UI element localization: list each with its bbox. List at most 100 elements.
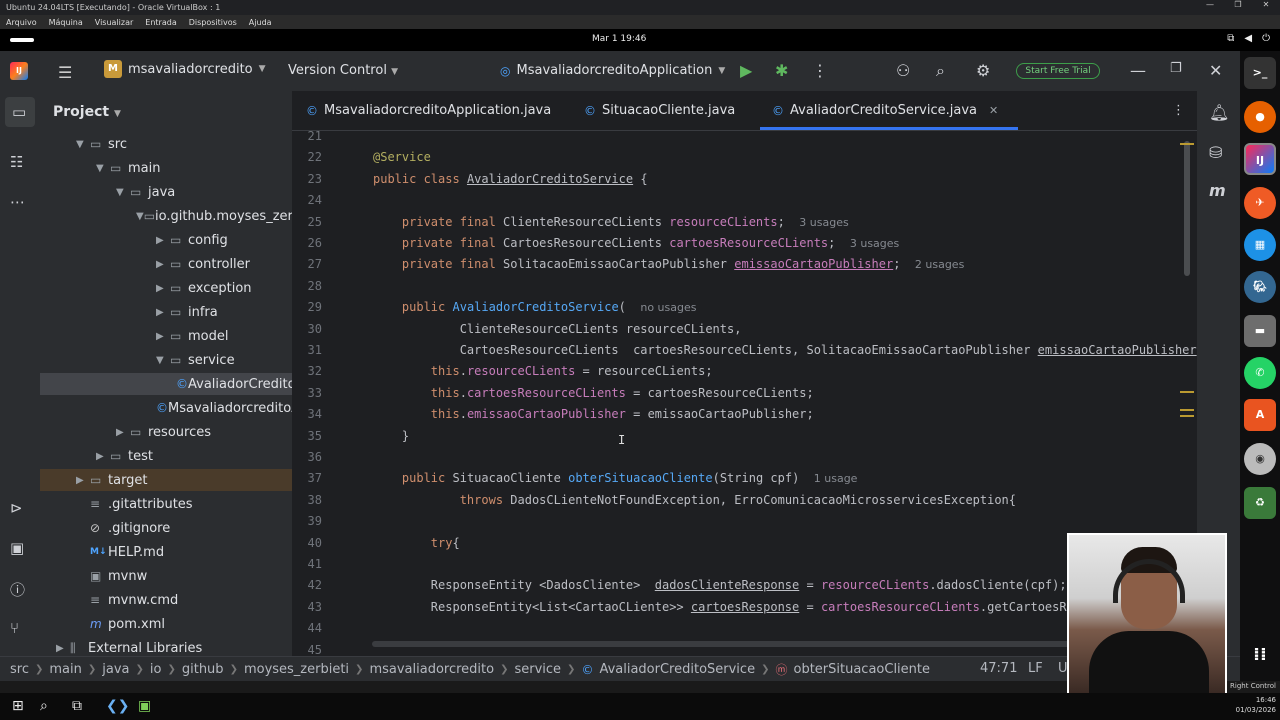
code-line[interactable]: this.resourceCLients = resourceCLients; <box>373 364 713 378</box>
problems-icon[interactable]: ⓘ <box>10 579 25 600</box>
caret-position[interactable]: 47:71 <box>980 661 1017 676</box>
menu-arquivo[interactable]: Arquivo <box>6 18 37 27</box>
restore-icon[interactable]: ❐ <box>1170 61 1182 76</box>
warning-marker[interactable] <box>1180 143 1194 145</box>
breadcrumb-item[interactable]: java <box>102 662 129 677</box>
project-tool-folder-icon[interactable]: ▭ <box>5 97 35 127</box>
breadcrumb-item[interactable]: github <box>182 662 224 677</box>
code-line[interactable]: public SituacaoCliente obterSituacaoClie… <box>373 471 858 485</box>
expand-right-icon[interactable]: ▶ <box>156 283 170 294</box>
activities-indicator[interactable] <box>10 38 34 42</box>
menu-dispositivos[interactable]: Dispositivos <box>189 18 237 27</box>
files-icon[interactable]: ▬ <box>1244 315 1276 347</box>
expand-right-icon[interactable]: ▶ <box>76 475 90 486</box>
tab-menu-icon[interactable]: ⋮ <box>1172 103 1185 118</box>
main-menu-icon[interactable]: ☰ <box>58 63 74 82</box>
tree-item[interactable]: ⊘ .gitignore <box>40 517 292 539</box>
expand-down-icon[interactable]: ▼ <box>136 211 144 222</box>
docker-icon[interactable]: ▦ <box>1244 229 1276 261</box>
expand-right-icon[interactable]: ▶ <box>56 643 70 654</box>
project-panel-title[interactable]: Project ▼ <box>53 104 121 120</box>
pgadmin-elephant-icon[interactable]: 🐘︎ <box>1244 271 1276 303</box>
terminal-icon[interactable]: ▣ <box>10 539 24 557</box>
tree-item[interactable]: ©AvaliadorCreditoService <box>40 373 292 395</box>
start-free-trial-button[interactable]: Start Free Trial <box>1016 63 1100 79</box>
tree-item[interactable]: ▶ ▭ resources <box>40 421 292 443</box>
tab-situacaocliente[interactable]: © SituacaoCliente.java <box>584 103 735 118</box>
code-line[interactable]: @Service <box>373 150 431 164</box>
tree-item[interactable]: ▶ ▭ test <box>40 445 292 467</box>
breadcrumb-item[interactable]: src <box>10 662 29 677</box>
disc-icon[interactable]: ◉ <box>1244 443 1276 475</box>
code-line[interactable]: private final SolitacaoEmissaoCartaoPubl… <box>373 257 964 271</box>
tree-item[interactable]: ▶ ▭ infra <box>40 301 292 323</box>
tree-item[interactable]: m pom.xml <box>40 613 292 635</box>
line-separator[interactable]: LF <box>1028 661 1043 676</box>
tree-item[interactable]: M↓ HELP.md <box>40 541 292 563</box>
expand-right-icon[interactable]: ▶ <box>156 331 170 342</box>
close-tab-icon[interactable]: ✕ <box>989 104 998 117</box>
notifications-bell-icon[interactable]: 🔔︎ <box>1209 103 1229 122</box>
code-editor[interactable]: 21 22 @Service 23 public class AvaliadorCred… <box>292 131 1197 656</box>
code-line[interactable]: private final ClienteResourceCLients res… <box>373 215 849 229</box>
tree-item[interactable]: ▼▭io.github.moyses_zerbieti.msavaliadorc… <box>40 205 292 227</box>
postman-icon[interactable]: ✈ <box>1244 187 1276 219</box>
tree-item[interactable]: ▼ ▭ service <box>40 349 292 371</box>
breadcrumb-item[interactable]: main <box>49 662 81 677</box>
intellij-app-icon[interactable]: IJ <box>1244 143 1276 175</box>
settings-gear-icon[interactable]: ⚙ <box>976 61 990 80</box>
project-selector[interactable]: M msavaliadorcredito ▼ <box>104 60 266 78</box>
tab-avaliadorcreditoservice[interactable]: © AvaliadorCreditoService.java ✕ <box>759 103 1019 130</box>
app-center-icon[interactable]: A <box>1244 399 1276 431</box>
expand-right-icon[interactable]: ▶ <box>156 259 170 270</box>
close-button[interactable]: ✕ <box>1252 0 1280 9</box>
add-user-icon[interactable]: ⚇ <box>896 61 910 80</box>
windows-start-icon[interactable]: ⊞ <box>12 698 24 714</box>
menu-entrada[interactable]: Entrada <box>145 18 176 27</box>
tree-item[interactable]: ▶ ⫼ External Libraries <box>40 637 292 656</box>
close-icon[interactable]: ✕ <box>1209 61 1222 80</box>
menu-ajuda[interactable]: Ajuda <box>249 18 272 27</box>
code-line[interactable]: ResponseEntity <DadosCliente> dadosClien… <box>373 578 1067 592</box>
menu-maquina[interactable]: Máquina <box>49 18 83 27</box>
editor-vertical-scrollbar[interactable] <box>1184 141 1190 276</box>
expand-down-icon[interactable]: ▼ <box>156 355 170 366</box>
debug-icon[interactable]: ✱ <box>775 61 788 80</box>
search-icon[interactable]: ⌕ <box>40 698 48 714</box>
gnome-clock[interactable]: Mar 1 19:46 <box>592 34 646 44</box>
system-tray[interactable]: ⧉ ◀ ⏻ <box>1227 33 1270 44</box>
tab-msavaliadorcreditoapplication[interactable]: © MsavaliadorcreditoApplication.java <box>306 103 551 118</box>
code-line[interactable]: ResponseEntity<List<CartaoCLiente>> cart… <box>373 600 1161 614</box>
breadcrumb-item[interactable]: service <box>514 662 561 677</box>
expand-down-icon[interactable]: ▼ <box>96 163 110 174</box>
terminal-app-icon[interactable]: >_ <box>1244 57 1276 89</box>
warning-marker[interactable] <box>1180 415 1194 417</box>
breadcrumb-item[interactable]: io <box>150 662 162 677</box>
more-actions-icon[interactable]: ⋮ <box>812 61 828 80</box>
vscode-icon[interactable]: ❮❯ <box>106 698 129 714</box>
database-icon[interactable]: ⛁ <box>1209 143 1222 162</box>
warning-marker[interactable] <box>1180 391 1194 393</box>
expand-right-icon[interactable]: ▶ <box>96 451 110 462</box>
structure-icon[interactable]: ☷ <box>10 153 23 171</box>
code-line[interactable]: private final CartoesResourceCLients car… <box>373 236 899 250</box>
warning-marker[interactable] <box>1180 409 1194 411</box>
breadcrumb-item[interactable]: obterSituacaoCliente <box>793 662 930 677</box>
code-line[interactable]: CartoesResourceCLients cartoesResourceCL… <box>373 343 1197 357</box>
expand-down-icon[interactable]: ▼ <box>76 139 90 150</box>
tree-item[interactable]: ▣ mvnw <box>40 565 292 587</box>
tree-item[interactable]: ▶ ▭ config <box>40 229 292 251</box>
tree-item[interactable]: ▼ ▭ main <box>40 157 292 179</box>
breadcrumb-item[interactable]: AvaliadorCreditoService <box>599 662 755 677</box>
run-configuration-selector[interactable]: ◎ MsavaliadorcreditoApplication ▼ <box>500 63 725 78</box>
tree-item[interactable]: ©MsavaliadorcreditoApplication <box>40 397 292 419</box>
tree-item[interactable]: ▶ ▭ model <box>40 325 292 347</box>
expand-right-icon[interactable]: ▶ <box>156 235 170 246</box>
expand-right-icon[interactable]: ▶ <box>156 307 170 318</box>
trash-icon[interactable]: ♻ <box>1244 487 1276 519</box>
taskbar-clock[interactable]: 16:46 01/03/2026 <box>1236 695 1276 715</box>
firefox-icon[interactable]: ● <box>1244 101 1276 133</box>
maven-icon[interactable]: m <box>1209 181 1226 200</box>
search-icon[interactable]: ⌕ <box>936 61 945 81</box>
virtualbox-icon[interactable]: ▣ <box>138 698 151 714</box>
